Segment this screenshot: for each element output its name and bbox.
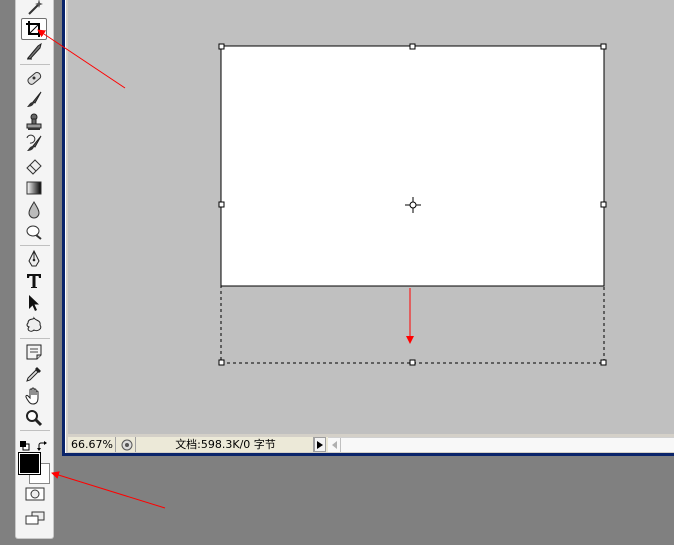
horizontal-scrollbar[interactable]	[328, 437, 674, 452]
canvas-area[interactable]	[68, 0, 674, 434]
brush-icon[interactable]	[21, 89, 47, 111]
quick-mask-icon[interactable]	[24, 486, 46, 502]
doc-size-info: 文档:598.3K/0 字节	[138, 437, 314, 452]
screen-mode-icon[interactable]	[24, 510, 46, 526]
hand-icon[interactable]	[21, 385, 47, 407]
scroll-left-icon[interactable]	[328, 438, 341, 452]
eyedropper-icon[interactable]	[21, 363, 47, 385]
crop-handle-tm[interactable]	[409, 43, 416, 50]
swap-colors-icon[interactable]	[37, 436, 47, 451]
crop-handle-mr[interactable]	[600, 201, 607, 208]
status-info-icon[interactable]	[118, 437, 136, 452]
annotation-arrow-swatch	[51, 471, 166, 509]
eraser-icon[interactable]	[21, 155, 47, 177]
history-brush-icon[interactable]	[21, 133, 47, 155]
blur-icon[interactable]	[21, 199, 47, 221]
crop-handle-tl[interactable]	[218, 43, 225, 50]
gradient-icon[interactable]	[21, 177, 47, 199]
clone-stamp-icon[interactable]	[21, 111, 47, 133]
crop-handle-tr[interactable]	[600, 43, 607, 50]
crop-handle-bl[interactable]	[218, 359, 225, 366]
crop-handle-br[interactable]	[600, 359, 607, 366]
toolbox-separator	[20, 430, 50, 431]
path-selection-icon[interactable]	[21, 292, 47, 314]
toolbox-separator	[20, 338, 50, 339]
status-menu-arrow-icon[interactable]	[314, 437, 326, 452]
status-bar: 66.67% 文档:598.3K/0 字节	[68, 437, 674, 452]
crop-handle-bm[interactable]	[409, 359, 416, 366]
notes-icon[interactable]	[21, 341, 47, 363]
custom-shape-icon[interactable]	[21, 314, 47, 336]
document-window: 66.67% 文档:598.3K/0 字节	[62, 0, 674, 456]
foreground-color-swatch[interactable]	[18, 452, 41, 475]
zoom-icon[interactable]	[21, 407, 47, 429]
document-inner: 66.67% 文档:598.3K/0 字节	[65, 0, 674, 453]
slice-icon[interactable]	[21, 40, 47, 62]
type-icon[interactable]	[21, 270, 47, 292]
image-canvas[interactable]	[220, 45, 605, 287]
zoom-level[interactable]: 66.67%	[68, 437, 116, 452]
magic-wand-icon[interactable]	[21, 0, 47, 18]
crop-icon[interactable]	[21, 18, 47, 40]
toolbox-separator	[20, 64, 50, 65]
crop-handle-ml[interactable]	[218, 201, 225, 208]
healing-brush-icon[interactable]	[21, 67, 47, 89]
dodge-icon[interactable]	[21, 221, 47, 243]
default-colors-icon[interactable]	[20, 436, 30, 451]
toolbox-separator	[20, 245, 50, 246]
pen-icon[interactable]	[21, 248, 47, 270]
